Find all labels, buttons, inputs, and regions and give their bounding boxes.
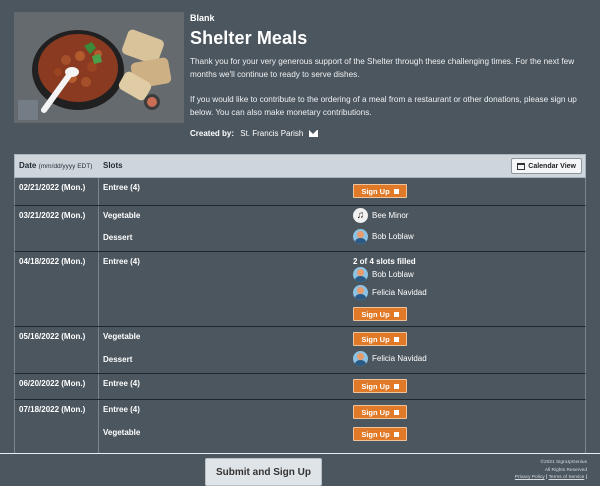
row-date: 04/18/2022 (Mon.) bbox=[15, 252, 99, 326]
separator: | bbox=[585, 475, 587, 480]
slots-column-header: Slots bbox=[103, 161, 123, 170]
slot-name: Vegetable bbox=[103, 428, 141, 437]
table-row: 06/20/2022 (Mon.) Entree (4) Sign Up bbox=[14, 374, 586, 400]
created-by-label: Created by: bbox=[190, 129, 235, 138]
signup-label: Sign Up bbox=[361, 429, 390, 439]
signup-button[interactable]: Sign Up bbox=[353, 427, 407, 441]
slot-name: Vegetable bbox=[103, 332, 141, 341]
slots-filled-status: 2 of 4 slots filled bbox=[353, 257, 416, 266]
person-avatar bbox=[353, 267, 368, 282]
slot-name: Vegetable bbox=[103, 211, 141, 220]
footer-bar: Submit and Sign Up ©2021 SignUpGenius Al… bbox=[0, 453, 600, 486]
person-avatar bbox=[353, 351, 368, 366]
checkbox-icon bbox=[393, 409, 399, 415]
table-header: Date (mm/dd/yyyy EDT) Slots Calendar Vie… bbox=[14, 154, 586, 178]
signup-label: Sign Up bbox=[361, 407, 390, 417]
envelope-icon[interactable] bbox=[308, 130, 318, 138]
calendar-view-button[interactable]: Calendar View bbox=[511, 158, 582, 174]
page-title: Shelter Meals bbox=[190, 28, 308, 48]
volunteer-entry: ♫ Bee Minor bbox=[353, 208, 408, 223]
slot-name: Dessert bbox=[103, 233, 133, 242]
person-avatar bbox=[353, 229, 368, 244]
signup-header: Blank Shelter Meals Thank you for your v… bbox=[14, 12, 586, 152]
volunteer-entry: Bob Loblaw bbox=[353, 267, 414, 282]
person-avatar bbox=[353, 285, 368, 300]
checkbox-icon bbox=[393, 188, 399, 194]
row-date: 03/21/2022 (Mon.) bbox=[15, 206, 99, 251]
date-header-label: Date bbox=[19, 161, 37, 170]
signup-button[interactable]: Sign Up bbox=[353, 332, 407, 346]
calendar-view-label: Calendar View bbox=[528, 162, 576, 170]
signup-label: Sign Up bbox=[361, 381, 390, 391]
calendar-icon bbox=[517, 162, 526, 170]
volunteer-name: Felicia Navidad bbox=[372, 288, 427, 297]
table-row: 05/16/2022 (Mon.) Vegetable Sign Up Dess… bbox=[14, 327, 586, 374]
rights-text: All Rights Reserved bbox=[544, 467, 587, 473]
row-date: 02/21/2022 (Mon.) bbox=[15, 178, 99, 205]
privacy-policy-link[interactable]: Privacy Policy bbox=[515, 475, 545, 480]
table-row: 07/18/2022 (Mon.) Entree (4) Sign Up Veg… bbox=[14, 400, 586, 455]
volunteer-entry: Felicia Navidad bbox=[353, 285, 427, 300]
description: Thank you for your very generous support… bbox=[190, 55, 586, 119]
row-date: 07/18/2022 (Mon.) bbox=[15, 400, 99, 454]
volunteer-name: Bob Loblaw bbox=[372, 270, 414, 279]
volunteer-entry: Felicia Navidad bbox=[353, 351, 427, 366]
created-by-name: St. Francis Parish bbox=[240, 129, 304, 138]
date-format-label: (mm/dd/yyyy EDT) bbox=[38, 163, 93, 170]
volunteer-name: Bee Minor bbox=[372, 211, 409, 220]
slot-name: Dessert bbox=[103, 355, 133, 364]
footer-links: Privacy Policy | Terms of Service | bbox=[515, 474, 587, 482]
copyright-text: ©2021 SignUpGenius bbox=[540, 460, 587, 465]
row-date: 06/20/2022 (Mon.) bbox=[15, 374, 99, 399]
table-row: 02/21/2022 (Mon.) Entree (4) Sign Up bbox=[14, 178, 586, 206]
checkbox-icon bbox=[393, 431, 399, 437]
music-note-icon: ♫ bbox=[353, 208, 368, 223]
volunteer-entry: Bob Loblaw bbox=[353, 229, 414, 244]
signup-button[interactable]: Sign Up bbox=[353, 184, 407, 198]
signup-button[interactable]: Sign Up bbox=[353, 405, 407, 419]
slot-name: Entree (4) bbox=[103, 405, 140, 414]
hero-food-image bbox=[14, 12, 184, 123]
description-paragraph-1: Thank you for your very generous support… bbox=[190, 57, 575, 79]
slot-name: Entree (4) bbox=[103, 379, 140, 388]
checkbox-icon bbox=[393, 383, 399, 389]
created-by: Created by: St. Francis Parish bbox=[190, 129, 586, 138]
signup-button[interactable]: Sign Up bbox=[353, 379, 407, 393]
volunteer-name: Felicia Navidad bbox=[372, 354, 427, 363]
submit-and-sign-up-button[interactable]: Submit and Sign Up bbox=[205, 458, 322, 486]
slot-name: Entree (4) bbox=[103, 183, 140, 192]
date-column-header: Date (mm/dd/yyyy EDT) bbox=[19, 161, 92, 170]
table-row: 04/18/2022 (Mon.) Entree (4) 2 of 4 slot… bbox=[14, 252, 586, 327]
signup-button[interactable]: Sign Up bbox=[353, 307, 407, 321]
signup-label: Sign Up bbox=[361, 309, 390, 319]
slots-table: Date (mm/dd/yyyy EDT) Slots Calendar Vie… bbox=[14, 154, 586, 455]
terms-of-service-link[interactable]: Terms of Service bbox=[549, 475, 585, 480]
checkbox-icon bbox=[393, 336, 399, 342]
separator: | bbox=[546, 475, 548, 480]
copyright-notice: ©2021 SignUpGenius All Rights Reserved P… bbox=[515, 459, 587, 482]
checkbox-icon bbox=[393, 311, 399, 317]
row-date: 05/16/2022 (Mon.) bbox=[15, 327, 99, 373]
slot-name: Entree (4) bbox=[103, 257, 140, 266]
volunteer-name: Bob Loblaw bbox=[372, 232, 414, 241]
signup-label: Sign Up bbox=[361, 186, 390, 196]
table-row: 03/21/2022 (Mon.) Vegetable ♫ Bee Minor … bbox=[14, 206, 586, 252]
signup-label: Sign Up bbox=[361, 334, 390, 344]
category-label: Blank bbox=[190, 13, 215, 23]
description-paragraph-2: If you would like to contribute to the o… bbox=[190, 95, 577, 117]
